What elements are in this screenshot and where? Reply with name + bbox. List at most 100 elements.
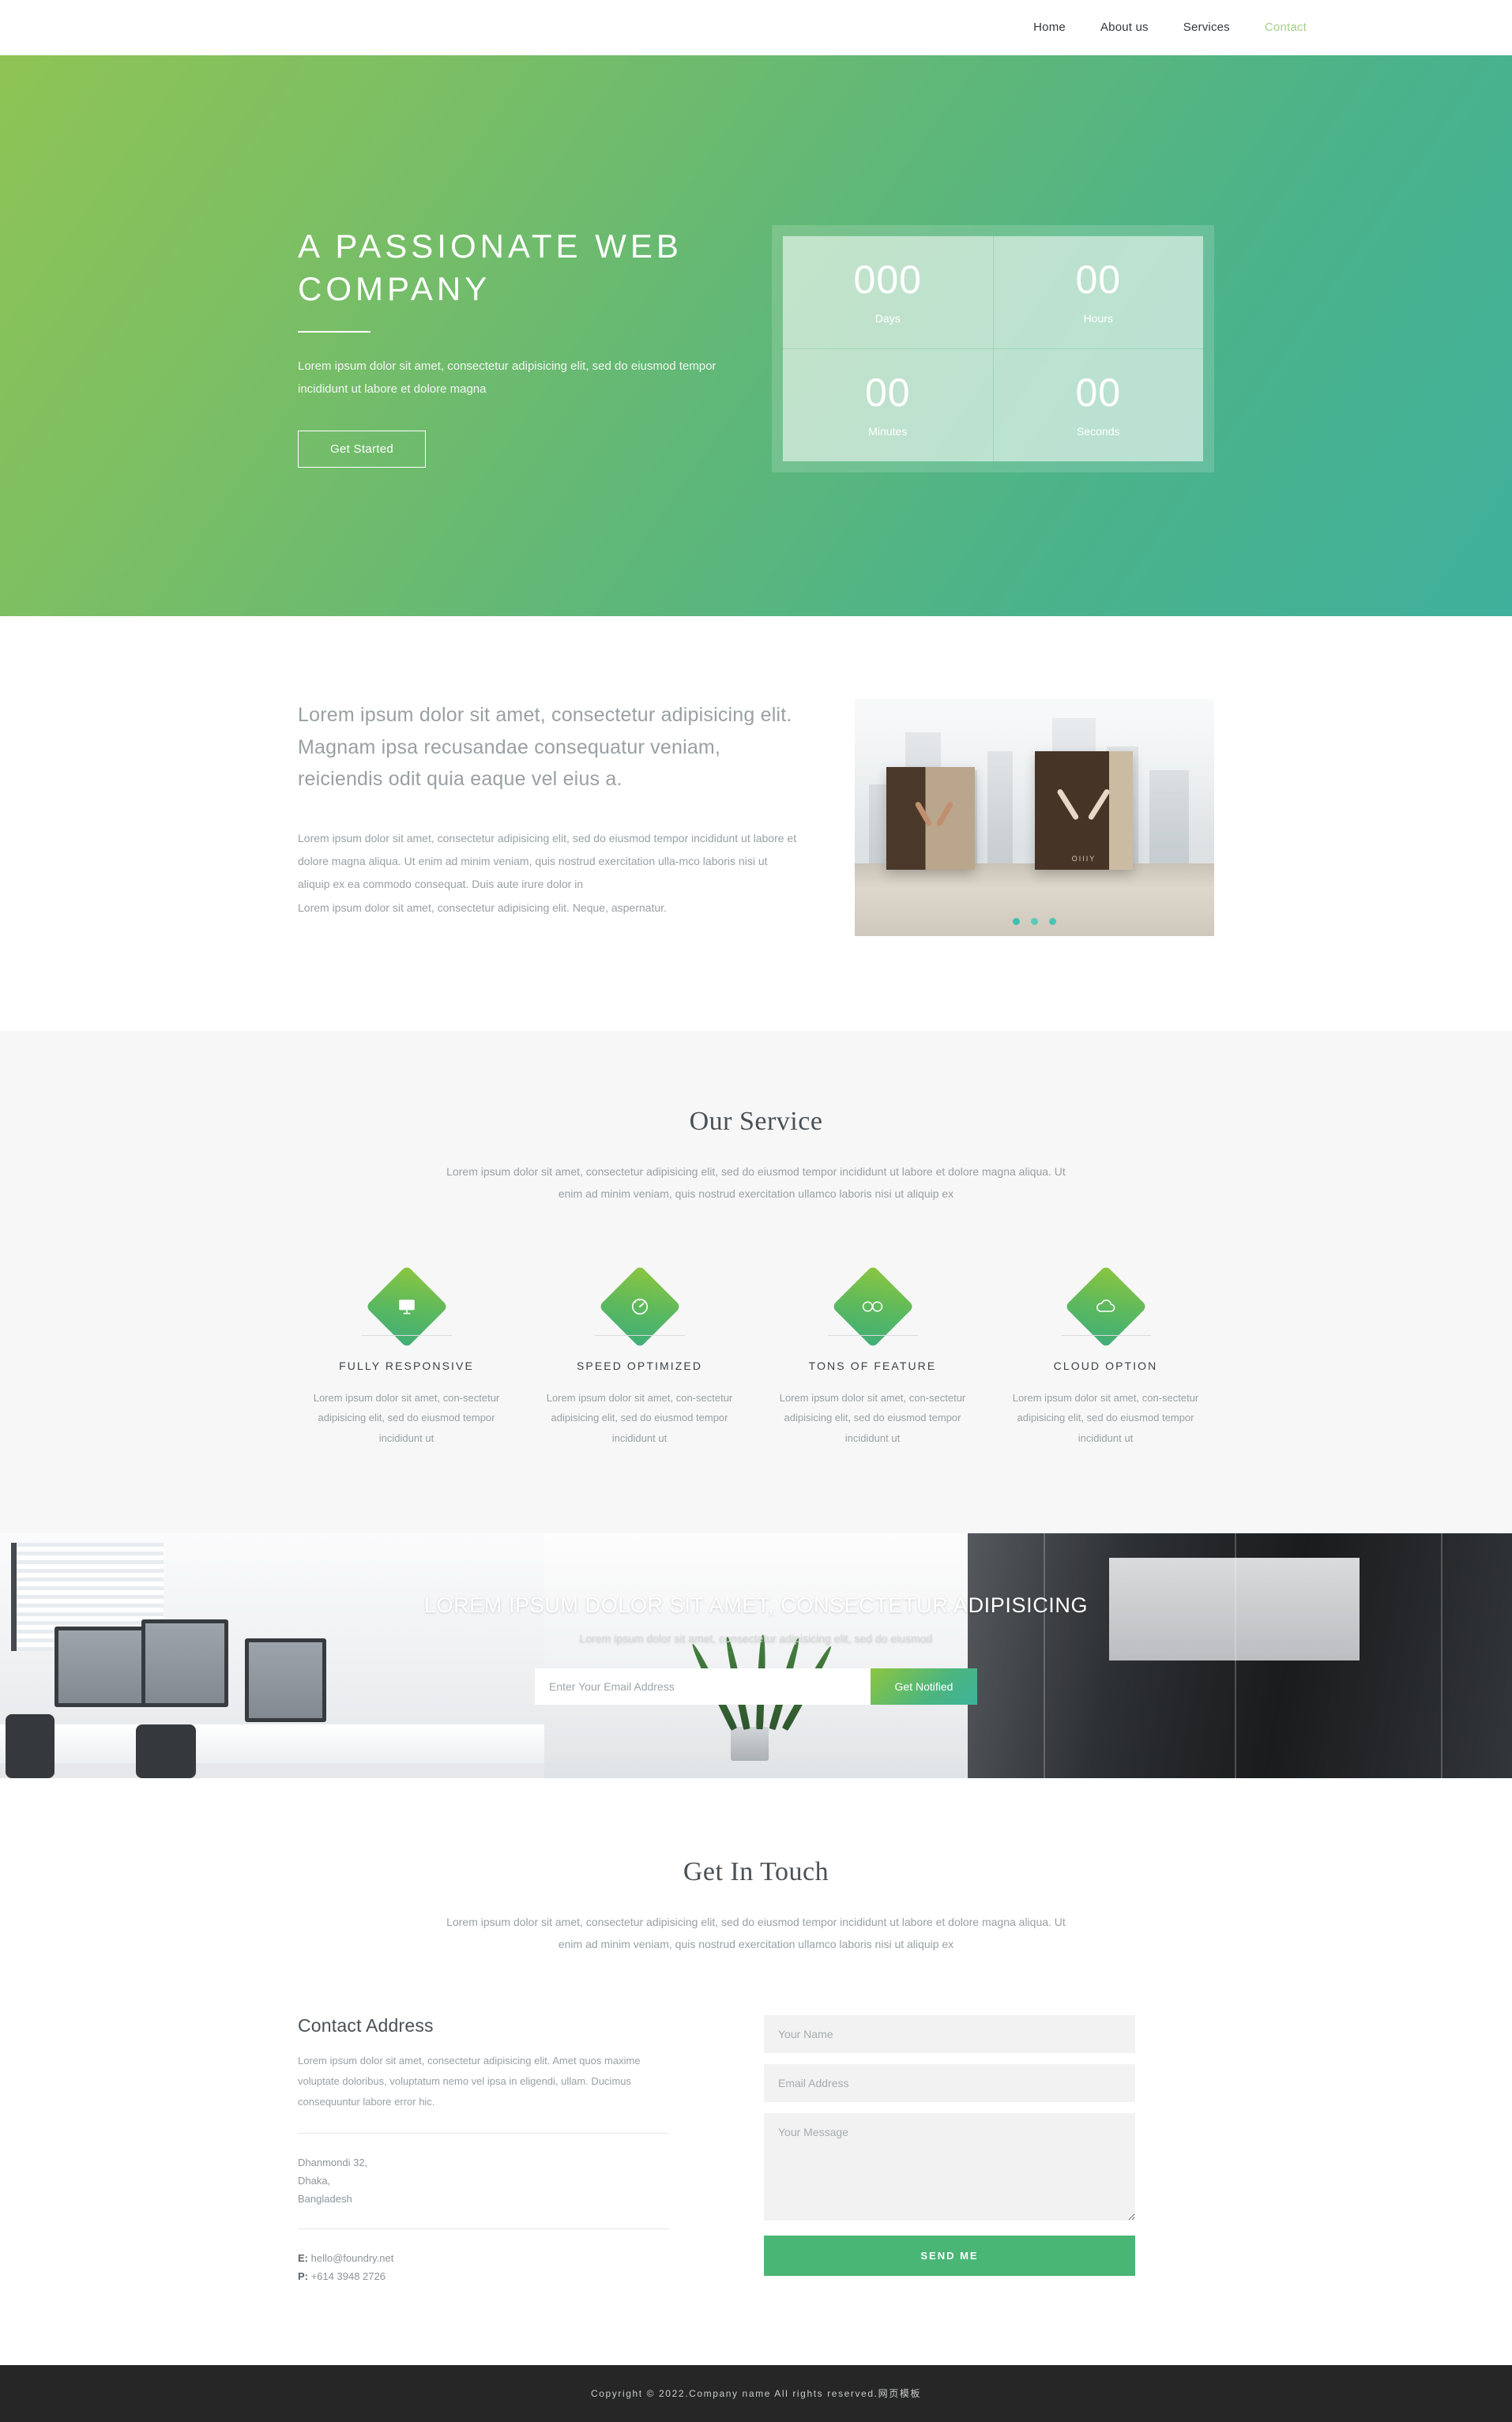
divider [298, 2133, 669, 2134]
contact-subtitle: Lorem ipsum dolor sit amet, consectetur … [446, 1916, 1066, 1951]
about-paragraph-1: Lorem ipsum dolor sit amet, consectetur … [298, 831, 797, 891]
address-line-2: Dhaka, [298, 2174, 331, 2187]
service-underline [594, 1335, 685, 1336]
contact-email-row: E: hello@foundry.net [298, 2250, 669, 2268]
email-input[interactable] [764, 2064, 1135, 2103]
cloud-icon [1095, 1299, 1117, 1314]
email-label: E: [298, 2252, 308, 2265]
nav-link-about-us[interactable]: About us [1100, 21, 1149, 34]
service-underline [361, 1335, 452, 1336]
contact-phone-row: P: +614 3948 2726 [298, 2268, 669, 2286]
services-title: Our Service [689, 1107, 823, 1136]
wooden-clock-left [886, 767, 975, 870]
service-title: SPEED OPTIMIZED [576, 1360, 703, 1372]
get-notified-button[interactable]: Get Notified [871, 1668, 977, 1706]
cta-title: LOREM IPSUM DOLOR SIT AMET, CONSECTETUR … [423, 1593, 1089, 1618]
hero-title: A PASSIONATE WEB COMPANY [298, 228, 683, 307]
countdown-label-days: Days [874, 312, 901, 325]
service-title: CLOUD OPTION [1053, 1360, 1158, 1372]
nav-link-services[interactable]: Services [1183, 21, 1230, 34]
main-navigation: Home About us Services Contact [0, 0, 1512, 55]
service-underline [1060, 1335, 1151, 1336]
about-section: Lorem ipsum dolor sit amet, consectetur … [0, 616, 1512, 1031]
countdown-label-minutes: Minutes [868, 425, 908, 438]
carousel-dot-3[interactable] [1049, 918, 1056, 925]
send-me-button[interactable]: SEND ME [764, 2236, 1135, 2277]
infinity-icon [861, 1299, 885, 1314]
service-text: Lorem ipsum dolor sit amet, con-sectetur… [1012, 1392, 1199, 1444]
service-title: TONS OF FEATURE [808, 1360, 937, 1372]
get-started-button[interactable]: Get Started [298, 431, 427, 468]
service-card-cloud-option: CLOUD OPTION Lorem ipsum dolor sit amet,… [997, 1254, 1214, 1448]
about-lead-text: Lorem ipsum dolor sit amet, consectetur … [298, 704, 792, 790]
carousel-dot-2[interactable] [1031, 918, 1038, 925]
clock-brand-label: OIIIY [1071, 855, 1096, 863]
address-line-1: Dhanmondi 32, [298, 2157, 368, 2169]
countdown-label-seconds: Seconds [1077, 425, 1120, 438]
contact-address-block: Contact Address Lorem ipsum dolor sit am… [298, 2015, 669, 2286]
about-carousel-image: OIIIY [855, 699, 1214, 936]
about-body: Lorem ipsum dolor sit amet, consectetur … [298, 827, 799, 920]
newsletter-form: Get Notified [535, 1668, 977, 1706]
monitor-icon [397, 1296, 417, 1317]
newsletter-cta-section: LOREM IPSUM DOLOR SIT AMET, CONSECTETUR … [0, 1533, 1512, 1779]
page-footer: Copyright © 2022.Company name All rights… [0, 2364, 1512, 2422]
clock-hand [1056, 788, 1080, 821]
newsletter-email-input[interactable] [535, 1668, 871, 1706]
clock-hand [935, 800, 954, 827]
countdown-timer: 000 Days 00 Hours 00 Minutes 00 Seconds [772, 225, 1214, 472]
contact-address-text: Lorem ipsum dolor sit amet, consectetur … [298, 2055, 641, 2108]
nav-item-about-us[interactable]: About us [1100, 21, 1149, 35]
service-card-fully-responsive: FULLY RESPONSIVE Lorem ipsum dolor sit a… [298, 1254, 515, 1448]
services-section: Our Service Lorem ipsum dolor sit amet, … [0, 1031, 1512, 1534]
contact-grid: Contact Address Lorem ipsum dolor sit am… [298, 2015, 1214, 2286]
photo-desk-surface [855, 863, 1214, 936]
countdown-value-days: 000 [853, 258, 922, 302]
service-title: FULLY RESPONSIVE [339, 1360, 474, 1372]
service-text: Lorem ipsum dolor sit amet, con-sectetur… [779, 1392, 966, 1444]
divider [298, 2228, 669, 2230]
about-image-block: OIIIY [855, 699, 1214, 936]
contact-form-block: SEND ME [764, 2015, 1135, 2277]
hero-inner: A PASSIONATE WEB COMPANY Lorem ipsum dol… [298, 55, 1214, 472]
countdown-cell-seconds: 00 Seconds [993, 349, 1203, 461]
page-root: Home About us Services Contact A PASSION… [0, 0, 1512, 2422]
nav-list: Home About us Services Contact [1033, 21, 1307, 35]
contact-title: Get In Touch [683, 1857, 829, 1887]
clock-hand [914, 800, 933, 827]
about-paragraph-2: Lorem ipsum dolor sit amet, consectetur … [298, 901, 667, 914]
carousel-dot-1[interactable] [1013, 918, 1020, 925]
about-inner: Lorem ipsum dolor sit amet, consectetur … [298, 699, 1214, 936]
service-badge-wrap [309, 1254, 504, 1348]
services-grid: FULLY RESPONSIVE Lorem ipsum dolor sit a… [298, 1254, 1214, 1448]
contact-form: SEND ME [764, 2015, 1135, 2277]
nav-link-contact[interactable]: Contact [1265, 21, 1307, 34]
service-badge-wrap [1008, 1254, 1203, 1348]
service-text: Lorem ipsum dolor sit amet, con-sectetur… [313, 1392, 500, 1444]
speedometer-icon [630, 1296, 650, 1317]
contact-section: Get In Touch Lorem ipsum dolor sit amet,… [0, 1778, 1512, 2365]
service-card-tons-of-feature: TONS OF FEATURE Lorem ipsum dolor sit am… [764, 1254, 981, 1448]
service-badge-wrap [542, 1254, 737, 1348]
service-underline [827, 1335, 918, 1336]
hero-divider [298, 330, 370, 333]
nav-item-contact[interactable]: Contact [1265, 21, 1307, 35]
nav-item-home[interactable]: Home [1033, 21, 1066, 35]
hero-subtitle: Lorem ipsum dolor sit amet, consectetur … [298, 359, 717, 396]
message-textarea[interactable] [764, 2113, 1135, 2221]
countdown-label-hours: Hours [1083, 312, 1113, 325]
hero-text-block: A PASSIONATE WEB COMPANY Lorem ipsum dol… [298, 225, 740, 468]
name-input[interactable] [764, 2015, 1135, 2054]
nav-link-home[interactable]: Home [1033, 21, 1066, 34]
wooden-clock-right: OIIIY [1035, 751, 1133, 870]
countdown-grid: 000 Days 00 Hours 00 Minutes 00 Seconds [783, 236, 1203, 461]
nav-item-services[interactable]: Services [1183, 21, 1230, 35]
phone-value[interactable]: +614 3948 2726 [311, 2270, 386, 2282]
copyright-text: Copyright © 2022.Company name All rights… [590, 2388, 922, 2400]
cta-subtitle: Lorem ipsum dolor sit amet, consectetur … [579, 1632, 933, 1645]
countdown-value-hours: 00 [1075, 258, 1122, 302]
email-value[interactable]: hello@foundry.net [311, 2252, 394, 2264]
contact-address-heading: Contact Address [298, 2015, 434, 2037]
countdown-value-minutes: 00 [864, 370, 911, 415]
clock-hand [1087, 788, 1111, 821]
